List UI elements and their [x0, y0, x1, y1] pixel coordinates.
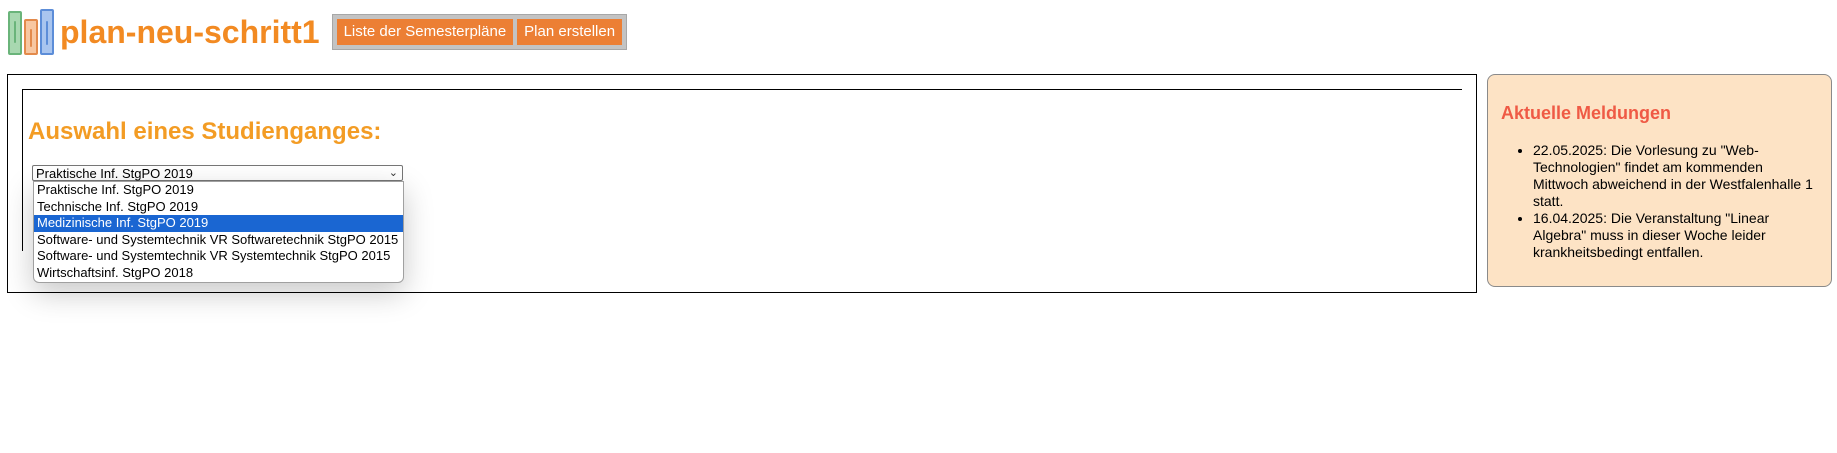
- book-orange: [24, 19, 38, 55]
- page-title: plan-neu-schritt1: [60, 14, 320, 50]
- degree-program-dropdown[interactable]: Praktische Inf. StgPO 2019 Technische In…: [33, 181, 404, 283]
- news-title: Aktuelle Meldungen: [1501, 103, 1672, 123]
- news-list: 22.05.2025: Die Vorlesung zu "Web-Techno…: [1501, 142, 1816, 261]
- news-item: 22.05.2025: Die Vorlesung zu "Web-Techno…: [1533, 142, 1816, 210]
- news-item: 16.04.2025: Die Veranstaltung "Linear Al…: [1533, 210, 1816, 261]
- dropdown-option[interactable]: Wirtschaftsinf. StgPO 2018: [34, 265, 403, 282]
- news-panel: Aktuelle Meldungen 22.05.2025: Die Vorle…: [1487, 74, 1832, 287]
- degree-program-select[interactable]: Praktische Inf. StgPO 2019 ⌄: [32, 165, 403, 181]
- book-green: [8, 11, 22, 55]
- create-plan-button[interactable]: Plan erstellen: [517, 18, 623, 46]
- book-blue: [40, 9, 54, 55]
- books-icon: [6, 9, 56, 55]
- dropdown-option[interactable]: Software- und Systemtechnik VR Softwaret…: [34, 232, 403, 249]
- semester-plans-list-button[interactable]: Liste der Semesterpläne: [336, 18, 514, 46]
- dropdown-option[interactable]: Technische Inf. StgPO 2019: [34, 199, 403, 216]
- main-nav: Liste der Semesterpläne Plan erstellen: [331, 13, 628, 51]
- app-header: plan-neu-schritt1 Liste der Semesterplän…: [6, 9, 628, 55]
- select-value: Praktische Inf. StgPO 2019: [36, 166, 193, 181]
- dropdown-option[interactable]: Software- und Systemtechnik VR Systemtec…: [34, 248, 403, 265]
- dropdown-option[interactable]: Praktische Inf. StgPO 2019: [34, 182, 403, 199]
- section-heading: Auswahl eines Studienganges:: [28, 118, 382, 145]
- chevron-down-icon: ⌄: [388, 167, 398, 179]
- dropdown-option-highlighted[interactable]: Medizinische Inf. StgPO 2019: [34, 215, 403, 232]
